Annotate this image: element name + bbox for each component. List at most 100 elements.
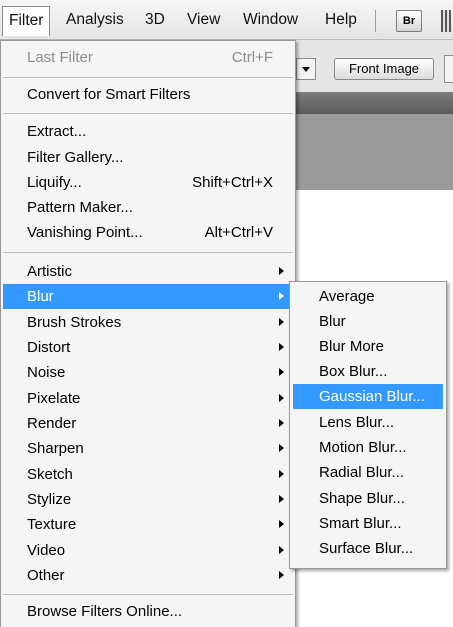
submenu-item-average[interactable]: Average: [293, 284, 443, 309]
menu-item-label: Vanishing Point...: [27, 224, 143, 241]
menu-item-pixelate[interactable]: Pixelate: [3, 386, 293, 411]
menu-item-extract[interactable]: Extract...: [3, 119, 293, 144]
menu-item-label: Blur: [27, 288, 54, 305]
submenu-arrow-icon: [279, 267, 284, 275]
submenu-arrow-icon: [279, 520, 284, 528]
menu-item-distort[interactable]: Distort: [3, 335, 293, 360]
menu-item-label: Sharpen: [27, 440, 84, 457]
menubar-divider: [375, 10, 376, 32]
menu-item-filter-gallery[interactable]: Filter Gallery...: [3, 145, 293, 170]
menu-item-label: Shape Blur...: [319, 490, 405, 507]
menu-analysis[interactable]: Analysis: [66, 6, 124, 36]
menu-item-label: Box Blur...: [319, 363, 388, 380]
submenu-item-blur-more[interactable]: Blur More: [293, 334, 443, 359]
menu-3d[interactable]: 3D: [145, 6, 165, 36]
bridge-button[interactable]: Br: [396, 10, 422, 32]
menu-item-convert-smart-filters[interactable]: Convert for Smart Filters: [3, 82, 293, 107]
menu-item-label: Brush Strokes: [27, 314, 122, 331]
submenu-arrow-icon: [279, 419, 284, 427]
menu-item-noise[interactable]: Noise: [3, 360, 293, 385]
submenu-arrow-icon: [279, 546, 284, 554]
options-field-stub[interactable]: [444, 55, 453, 83]
menu-item-label: Render: [27, 415, 77, 432]
options-dropdown[interactable]: [296, 58, 316, 80]
menu-item-label: Extract...: [27, 123, 87, 140]
blur-submenu: Average Blur Blur More Box Blur... Gauss…: [289, 281, 447, 569]
menu-item-label: Surface Blur...: [319, 540, 414, 557]
menu-item-label: Pixelate: [27, 390, 81, 407]
menu-item-sketch[interactable]: Sketch: [3, 462, 293, 487]
submenu-item-gaussian-blur[interactable]: Gaussian Blur...: [293, 384, 443, 409]
menu-item-pattern-maker[interactable]: Pattern Maker...: [3, 195, 293, 220]
menu-item-label: Video: [27, 542, 66, 559]
menu-item-label: Other: [27, 567, 65, 584]
menu-separator: [3, 77, 293, 78]
menu-item-label: Browse Filters Online...: [27, 603, 183, 620]
menu-item-label: Lens Blur...: [319, 414, 395, 431]
menu-item-last-filter: Last Filter Ctrl+F: [3, 45, 293, 70]
menu-item-shortcut: Alt+Ctrl+V: [204, 224, 273, 241]
menu-item-render[interactable]: Render: [3, 411, 293, 436]
submenu-arrow-icon: [279, 292, 284, 300]
submenu-arrow-icon: [279, 470, 284, 478]
extra-tools-icon[interactable]: [441, 10, 451, 32]
menu-view[interactable]: View: [187, 6, 220, 36]
workspace-background: [290, 114, 453, 190]
menu-help[interactable]: Help: [325, 6, 357, 36]
menu-item-shortcut: Ctrl+F: [231, 49, 273, 66]
menu-item-label: Average: [319, 288, 375, 305]
menu-item-blur[interactable]: Blur: [3, 284, 293, 309]
menu-item-label: Pattern Maker...: [27, 199, 133, 216]
menu-item-label: Liquify...: [27, 174, 82, 191]
menu-item-label: Distort: [27, 339, 71, 356]
menu-item-artistic[interactable]: Artistic: [3, 259, 293, 284]
submenu-item-smart-blur[interactable]: Smart Blur...: [293, 511, 443, 536]
menu-item-label: Sketch: [27, 466, 73, 483]
menu-item-shortcut: Shift+Ctrl+X: [192, 174, 273, 191]
submenu-item-surface-blur[interactable]: Surface Blur...: [293, 536, 443, 561]
menu-item-vanishing-point[interactable]: Vanishing Point... Alt+Ctrl+V: [3, 220, 293, 245]
menu-item-label: Artistic: [27, 263, 72, 280]
menu-item-label: Noise: [27, 364, 66, 381]
document-tab-bar: [290, 92, 453, 114]
menu-separator: [3, 594, 293, 595]
menu-item-label: Stylize: [27, 491, 72, 508]
filter-menu: Last Filter Ctrl+F Convert for Smart Fil…: [0, 40, 296, 627]
menu-item-sharpen[interactable]: Sharpen: [3, 436, 293, 461]
menu-separator: [3, 113, 293, 114]
menu-item-label: Radial Blur...: [319, 464, 405, 481]
menu-item-label: Blur: [319, 313, 346, 330]
menu-window[interactable]: Window: [243, 6, 298, 36]
menu-item-other[interactable]: Other: [3, 563, 293, 588]
menu-item-texture[interactable]: Texture: [3, 512, 293, 537]
menu-item-browse-filters-online[interactable]: Browse Filters Online...: [3, 599, 293, 624]
menu-item-label: Convert for Smart Filters: [27, 86, 191, 103]
menu-item-label: Motion Blur...: [319, 439, 407, 456]
menu-item-label: Smart Blur...: [319, 515, 402, 532]
submenu-arrow-icon: [279, 571, 284, 579]
submenu-item-motion-blur[interactable]: Motion Blur...: [293, 435, 443, 460]
menu-item-label: Texture: [27, 516, 77, 533]
submenu-item-blur[interactable]: Blur: [293, 309, 443, 334]
submenu-item-lens-blur[interactable]: Lens Blur...: [293, 410, 443, 435]
menu-separator: [3, 252, 293, 253]
menu-filter[interactable]: Filter: [2, 6, 51, 36]
submenu-item-radial-blur[interactable]: Radial Blur...: [293, 460, 443, 485]
submenu-arrow-icon: [279, 444, 284, 452]
menu-item-video[interactable]: Video: [3, 538, 293, 563]
menu-item-brush-strokes[interactable]: Brush Strokes: [3, 310, 293, 335]
menu-item-label: Blur More: [319, 338, 385, 355]
menu-item-label: Gaussian Blur...: [319, 388, 425, 405]
menu-bar: Filter Analysis 3D View Window Help Br: [0, 0, 453, 40]
submenu-arrow-icon: [279, 394, 284, 402]
submenu-arrow-icon: [279, 368, 284, 376]
submenu-item-shape-blur[interactable]: Shape Blur...: [293, 486, 443, 511]
submenu-arrow-icon: [279, 318, 284, 326]
submenu-item-box-blur[interactable]: Box Blur...: [293, 359, 443, 384]
menu-item-stylize[interactable]: Stylize: [3, 487, 293, 512]
menu-item-label: Last Filter: [27, 49, 93, 66]
menu-item-liquify[interactable]: Liquify... Shift+Ctrl+X: [3, 170, 293, 195]
front-image-button[interactable]: Front Image: [334, 58, 434, 80]
menu-item-label: Filter Gallery...: [27, 149, 124, 166]
submenu-arrow-icon: [279, 343, 284, 351]
